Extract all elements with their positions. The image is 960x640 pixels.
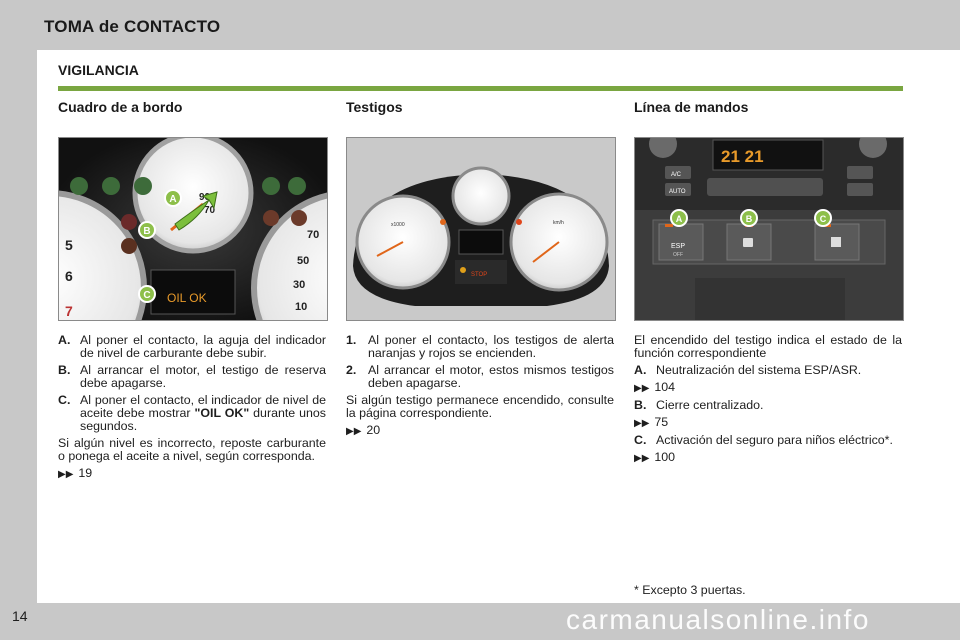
page-ref-number: 104 [654,380,676,394]
item-label: C. [634,433,647,447]
panel-callout-a: A [676,214,683,224]
mandos-photo: 21 21 A/C AUTO ESP OFF A B C [634,137,904,321]
panel-callout-b: B [746,214,753,224]
testigos-page-ref[interactable]: ▶▶ 20 [346,424,614,438]
cuadro-text: A. Al poner el contacto, la aguja del in… [58,334,326,485]
cuadro-item-c: C. Al poner el contacto, el indicador de… [58,394,326,433]
testigos-item-2: 2. Al arrancar el motor, estos mismos te… [346,364,614,390]
testigos-paragraph: Si algún testigo permanece encendido, co… [346,393,614,420]
cluster-closeup-illustration: 5 6 7 70 50 30 10 90 70 OIL OK A B C [59,138,327,320]
section-rule [58,86,903,91]
cuadro-paragraph: Si algún nivel es incorrecto, reposte ca… [58,436,326,463]
cuadro-heading: Cuadro de a bordo [58,99,183,115]
item-text: Al poner el contacto, la aguja del indic… [80,333,326,360]
item-label: 1. [346,333,357,347]
stop-label: STOP [471,272,487,278]
cuadro-photo: 5 6 7 70 50 30 10 90 70 OIL OK A B C [58,137,328,321]
cuadro-page-ref[interactable]: ▶▶ 19 [58,467,326,481]
rpm-label: x1000 [391,222,405,228]
gauge-label-5: 5 [65,237,73,253]
item-text: Cierre centralizado. [656,398,764,412]
page-ref-icon: ▶▶ [58,469,74,480]
mandos-page-ref-a[interactable]: ▶▶ 104 [634,381,902,395]
testigos-text: 1. Al poner el contacto, los testigos de… [346,334,614,442]
mandos-intro: El encendido del testigo indica el estad… [634,333,902,360]
item-label: C. [58,393,71,407]
callout-a: A [169,194,176,205]
gauge-label-6: 6 [65,268,73,284]
item-text: Neutralización del sistema ESP/ASR. [656,363,862,377]
mandos-item-a: A. Neutralización del sistema ESP/ASR. [634,364,902,377]
footnote: * Excepto 3 puertas. [634,583,746,597]
item-label: 2. [346,363,357,377]
gauge-label-r30: 30 [293,279,305,291]
page-ref-icon: ▶▶ [634,383,650,394]
climate-display: 21 21 [721,147,764,166]
oil-ok-emphasis: "OIL OK" [194,406,250,420]
item-text: Al arrancar el motor, el testigo de rese… [80,363,326,390]
oil-display: OIL OK [167,291,207,305]
mandos-text: El encendido del testigo indica el estad… [634,334,902,469]
panel-callout-c: C [820,214,827,224]
mandos-item-c: C. Activación del seguro para niños eléc… [634,434,902,447]
kmh-label: km/h [553,220,564,226]
page-ref-number: 75 [654,415,669,429]
esp-off-label: OFF [673,252,683,258]
page-ref-number: 19 [78,466,93,480]
page-ref-number: 20 [366,423,381,437]
page-ref-icon: ▶▶ [634,453,650,464]
page-number: 14 [12,608,28,624]
item-label: A. [634,363,647,377]
item-text: Al arrancar el motor, estos mismos testi… [368,363,614,390]
mandos-page-ref-b[interactable]: ▶▶ 75 [634,416,902,430]
auto-label: AUTO [669,189,686,195]
mandos-page-ref-c[interactable]: ▶▶ 100 [634,451,902,465]
item-label: A. [58,333,71,347]
watermark-text: carmanualsonline.info [566,604,870,635]
page-ref-icon: ▶▶ [346,426,362,437]
esp-label: ESP [671,243,685,250]
cuadro-item-a: A. Al poner el contacto, la aguja del in… [58,334,326,360]
cuadro-item-b: B. Al arrancar el motor, el testigo de r… [58,364,326,390]
testigos-photo: x1000 km/h STOP [346,137,616,321]
testigos-item-1: 1. Al poner el contacto, los testigos de… [346,334,614,360]
gauge-label-r10: 10 [295,301,307,313]
item-label: B. [58,363,71,377]
item-label: B. [634,398,647,412]
callout-c: C [143,290,150,301]
gauge-label-r50: 50 [297,255,309,267]
mandos-heading: Línea de mandos [634,99,749,115]
page-header-title: TOMA de CONTACTO [44,17,221,36]
callout-b: B [143,226,150,237]
mandos-item-b: B. Cierre centralizado. [634,399,902,412]
page-body [37,50,960,603]
gauge-label-r70: 70 [307,229,319,241]
item-text: Al poner el contacto, los testigos de al… [368,333,614,360]
ac-label: A/C [671,172,682,178]
control-panel-illustration: 21 21 A/C AUTO ESP OFF A B C [635,138,903,320]
section-title: VIGILANCIA [58,62,139,78]
page-ref-icon: ▶▶ [634,418,650,429]
testigos-heading: Testigos [346,99,403,115]
page-ref-number: 100 [654,450,676,464]
gauge-label-7: 7 [65,303,73,319]
item-text: Activación del seguro para niños eléctri… [656,433,893,447]
full-cluster-illustration: x1000 km/h STOP [347,138,615,320]
